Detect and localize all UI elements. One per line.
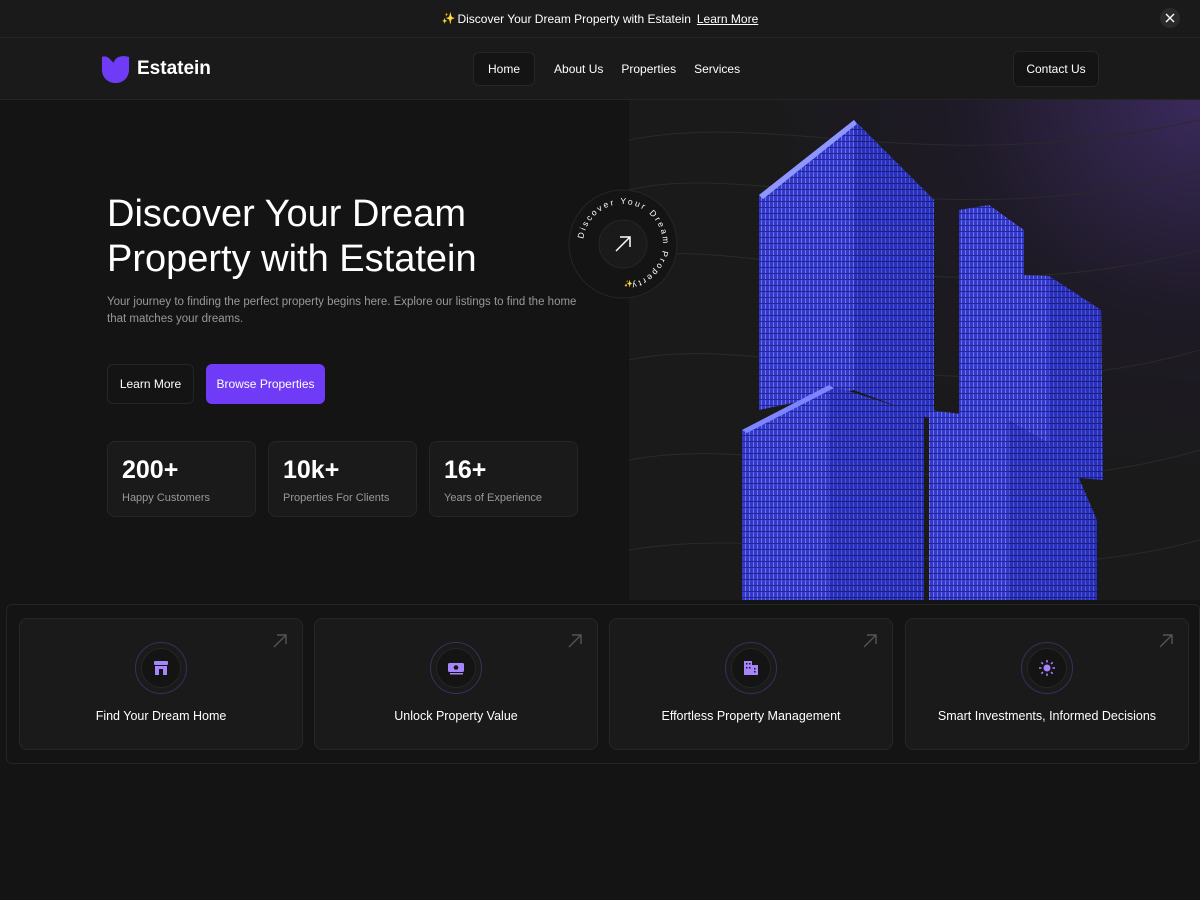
feature-title: Smart Investments, Informed Decisions — [937, 709, 1157, 723]
logo-mark-icon — [101, 56, 130, 84]
stat-value: 10k+ — [283, 456, 340, 484]
feature-title: Unlock Property Value — [394, 709, 518, 723]
sun-icon — [1039, 660, 1055, 676]
banner-learn-more-link[interactable]: Learn More — [697, 12, 758, 26]
feature-title: Find Your Dream Home — [95, 709, 227, 723]
hero-title: Discover Your Dream Property with Estate… — [107, 193, 477, 280]
nav-item-services[interactable]: Services — [685, 52, 749, 86]
feature-card-property-management[interactable]: Effortless Property Management — [609, 618, 893, 750]
main-menu: Home About Us Properties Services — [473, 51, 749, 87]
feature-icon-ring — [135, 642, 187, 694]
logo[interactable]: Estatein — [100, 53, 211, 84]
stat-label: Properties For Clients — [283, 492, 390, 504]
feature-card-unlock-value[interactable]: Unlock Property Value — [314, 618, 598, 750]
close-icon — [1165, 13, 1175, 23]
nav-item-about-us[interactable]: About Us — [545, 52, 612, 86]
stat-card: 200+ Happy Customers — [107, 441, 256, 517]
banner-text: Discover Your Dream Property with Estate… — [457, 11, 691, 26]
stat-card: 10k+ Properties For Clients — [268, 441, 417, 517]
hero-subtitle: Your journey to finding the perfect prop… — [107, 296, 577, 325]
stat-label: Years of Experience — [444, 492, 543, 504]
feature-icon-ring — [1021, 642, 1073, 694]
arrow-up-right-icon — [1159, 634, 1173, 648]
announcement-banner: ✨ Discover Your Dream Property with Esta… — [0, 0, 1200, 38]
discover-badge-graphic: Discover Your Dream Property ✨ — [568, 189, 678, 299]
arrow-up-right-icon — [568, 634, 582, 648]
nav-item-properties[interactable]: Properties — [612, 52, 685, 86]
feature-icon-ring — [430, 642, 482, 694]
feature-icon-ring — [725, 642, 777, 694]
stat-value: 16+ — [444, 456, 487, 484]
stat-value: 200+ — [122, 456, 179, 484]
brand-name: Estatein — [137, 57, 211, 79]
discover-badge[interactable]: Discover Your Dream Property ✨ — [568, 189, 678, 299]
learn-more-button[interactable]: Learn More — [107, 364, 194, 404]
stat-label: Happy Customers — [122, 492, 211, 504]
feature-card-find-home[interactable]: Find Your Dream Home — [19, 618, 303, 750]
cash-icon — [448, 663, 464, 675]
storefront-icon — [154, 661, 168, 675]
navbar: Estatein Home About Us Properties Servic… — [0, 38, 1200, 100]
browse-properties-button[interactable]: Browse Properties — [206, 364, 325, 404]
contact-us-button[interactable]: Contact Us — [1013, 51, 1099, 87]
close-banner-button[interactable] — [1160, 8, 1180, 28]
building-illustration — [629, 119, 1200, 600]
arrow-up-right-icon — [863, 634, 877, 648]
buildings-icon — [744, 661, 758, 675]
stat-card: 16+ Years of Experience — [429, 441, 578, 517]
nav-item-home[interactable]: Home — [473, 52, 536, 86]
hero-section — [0, 100, 629, 600]
feature-card-smart-investments[interactable]: Smart Investments, Informed Decisions — [905, 618, 1189, 750]
sparkle-icon: ✨ — [624, 279, 633, 288]
hero-image — [629, 100, 1200, 600]
feature-title: Effortless Property Management — [661, 709, 841, 723]
sparkle-icon: ✨ — [441, 13, 456, 25]
arrow-up-right-icon — [273, 634, 287, 648]
